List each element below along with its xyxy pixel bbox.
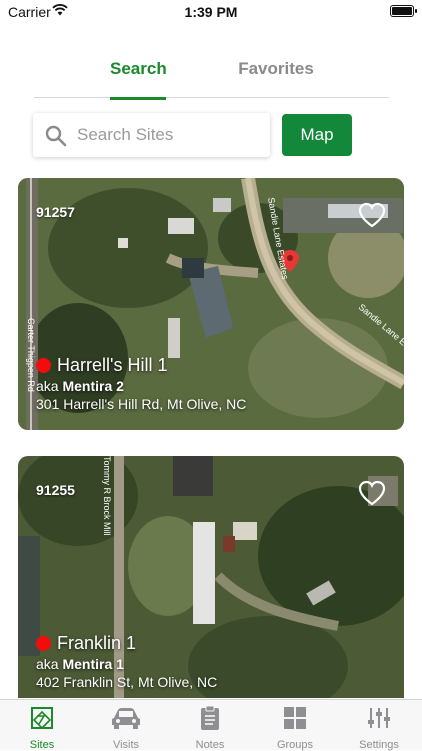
tabbar-item-settings[interactable]: Settings	[337, 704, 421, 751]
segment-tabs: Search Favorites	[34, 46, 389, 100]
status-dot-icon	[36, 358, 51, 373]
tabbar-item-visits[interactable]: Visits	[84, 704, 168, 751]
site-address: 301 Harrell's Hill Rd, Mt Olive, NC	[36, 396, 247, 412]
site-map-icon	[0, 704, 84, 732]
active-tab-indicator	[110, 97, 166, 100]
site-list[interactable]: Carter Thigpen Rd Sandie Lane Estates Sa…	[18, 178, 404, 698]
site-name: Franklin 1	[57, 633, 137, 653]
site-aka: Mentira 1	[62, 656, 124, 672]
tabbar-item-notes[interactable]: Notes	[168, 704, 252, 751]
site-address: 402 Franklin St, Mt Olive, NC	[36, 674, 218, 690]
tabbar-label: Notes	[195, 739, 225, 751]
sliders-icon	[337, 704, 421, 732]
search-input[interactable]	[77, 113, 262, 157]
heart-icon[interactable]	[358, 202, 386, 233]
tab-favorites[interactable]: Favorites	[238, 46, 314, 98]
tabbar-label: Settings	[359, 739, 399, 751]
aka-prefix: aka	[36, 656, 59, 672]
site-aka: Mentira 2	[62, 378, 124, 394]
tab-search-label: Search	[110, 59, 167, 78]
site-info: Harrell's Hill 1 aka Mentira 2 301 Harre…	[36, 355, 246, 412]
tabbar-label: Groups	[276, 739, 314, 751]
map-road-label: Tommy R Brock Mill	[102, 456, 112, 536]
tab-search[interactable]: Search	[110, 46, 167, 100]
tabbar-label: Visits	[112, 739, 140, 751]
tabbar-item-groups[interactable]: Groups	[253, 704, 337, 751]
tabbar-label: Sites	[29, 739, 55, 751]
status-dot-icon	[36, 636, 51, 651]
tab-favorites-label: Favorites	[238, 59, 314, 78]
site-card[interactable]: Tommy R Brock Mill 91255 Franklin 1 aka …	[18, 456, 404, 698]
map-button[interactable]: Map	[282, 114, 352, 156]
site-id: 91257	[36, 204, 75, 220]
battery-icon	[390, 5, 417, 17]
car-icon	[84, 704, 168, 732]
site-name: Harrell's Hill 1	[57, 355, 168, 375]
bottom-tab-bar: Sites Visits Notes Groups Settings	[0, 699, 422, 751]
clipboard-icon	[168, 704, 252, 732]
clock: 1:39 PM	[184, 4, 238, 20]
search-icon	[45, 125, 67, 152]
status-bar: Carrier 1:39 PM	[0, 0, 422, 24]
map-road-label: Carter Thigpen Rd	[26, 318, 36, 392]
site-info: Franklin 1 aka Mentira 1 402 Franklin St…	[36, 633, 217, 690]
aka-prefix: aka	[36, 378, 59, 394]
grid-icon	[253, 704, 337, 732]
site-card[interactable]: Carter Thigpen Rd Sandie Lane Estates Sa…	[18, 178, 404, 430]
search-box	[33, 113, 270, 157]
tabbar-item-sites[interactable]: Sites	[0, 704, 84, 751]
site-id: 91255	[36, 482, 75, 498]
heart-icon[interactable]	[358, 480, 386, 511]
